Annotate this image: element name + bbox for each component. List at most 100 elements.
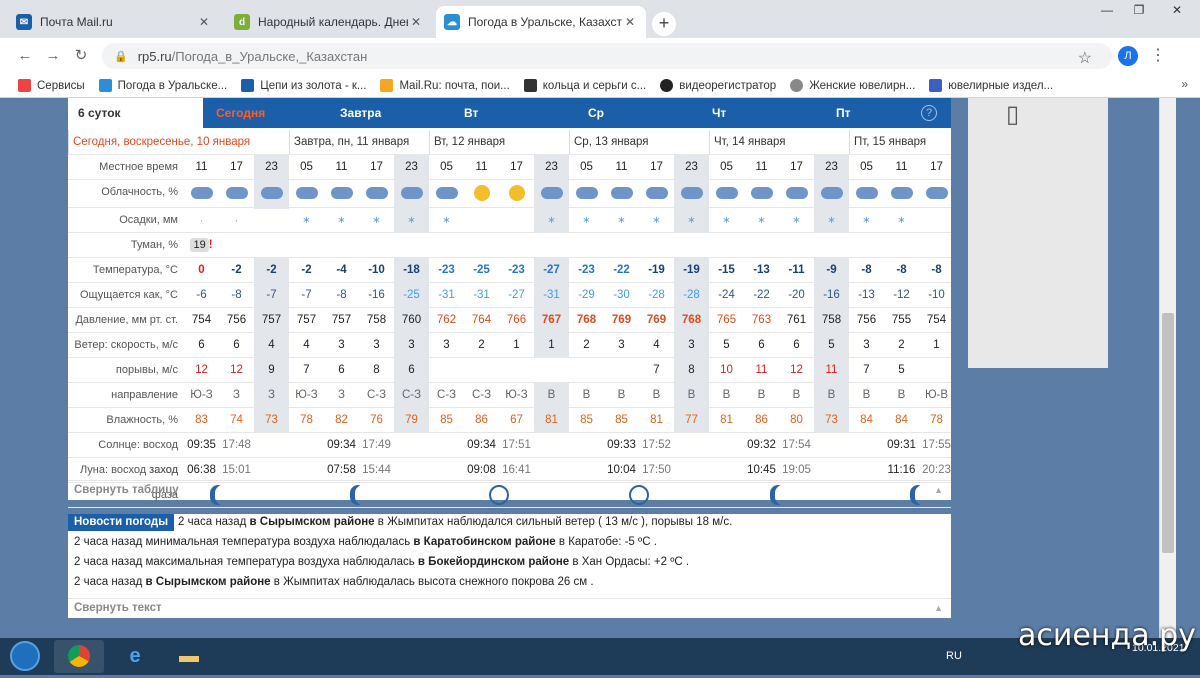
tab-6-days[interactable]: 6 суток — [68, 98, 203, 128]
start-button[interactable] — [10, 641, 40, 671]
bookmark-item[interactable]: Погода в Уральске... — [98, 79, 227, 92]
bookmark-item[interactable]: кольца и серьги с... — [523, 79, 646, 92]
url-field[interactable]: 🔒 rp5.ru /Погода_в_Уральске,_Казахстан ☆ — [102, 43, 1112, 69]
collapse-news-link[interactable]: Свернуть текст ▲ — [68, 598, 951, 616]
bookmark-star-icon[interactable]: ☆ — [1078, 48, 1092, 68]
reload-icon[interactable]: ↻ — [72, 47, 90, 65]
ie-icon[interactable]: e — [110, 640, 160, 673]
close-icon[interactable]: ✕ — [408, 15, 424, 29]
bookmark-item[interactable]: Mail.Ru: почта, пои... — [380, 79, 510, 92]
collapse-table-link[interactable]: Свернуть таблицу ▲ — [68, 480, 951, 498]
humidity-cell: 86 — [755, 414, 768, 426]
pressure-cell: 760 — [394, 308, 429, 333]
wind-speed-cell: 5 — [814, 333, 849, 358]
news-text: 2 часа назад максимальная температура во… — [74, 556, 415, 568]
close-window-button[interactable]: ✕ — [1160, 0, 1194, 20]
feels-like-cell: -24 — [718, 289, 735, 301]
feels-like-cell: -8 — [336, 289, 347, 301]
pressure-cell: 758 — [814, 308, 849, 333]
news-region: в Бокейординском районе — [417, 556, 570, 568]
bookmark-item[interactable]: Цепи из золота - к... — [241, 79, 366, 92]
tab-title: Погода в Уральске, Казахстан - — [468, 15, 622, 29]
precip-cell: ∗ — [569, 208, 604, 233]
chrome-icon[interactable] — [54, 640, 104, 673]
tab-fri[interactable]: Пт — [826, 98, 926, 128]
url-path: /Погода_в_Уральске,_Казахстан — [171, 48, 368, 64]
pressure-cell: 768 — [674, 308, 709, 333]
back-icon[interactable]: ← — [16, 47, 34, 65]
precip-cell: ∗ — [884, 208, 919, 233]
menu-icon[interactable]: ⋮ — [1150, 45, 1166, 65]
sunset-cell: 17:48 — [222, 439, 251, 451]
bookmark-label: ювелирные издел... — [948, 79, 1054, 92]
row-sun: Солнце: восход заход 09:35 17:48 09:34 17:49… — [68, 433, 951, 476]
bookmark-item[interactable]: ювелирные издел... — [929, 79, 1053, 92]
news-text: в Жымпитах наблюдалась высота снежного п… — [273, 576, 594, 588]
tab-mail[interactable]: ✉ Почта Mail.ru ✕ — [8, 6, 220, 38]
pressure-cell: 766 — [506, 314, 527, 326]
direction-cell: З — [233, 389, 240, 401]
precip-cell: ∗ — [394, 208, 429, 233]
bookmarks-more-icon[interactable]: » — [1181, 77, 1188, 91]
scroll-thumb[interactable] — [1162, 313, 1174, 553]
bookmark-label: Женские ювелирн... — [809, 79, 916, 92]
cloud-icon — [820, 187, 843, 199]
language-indicator[interactable]: RU — [946, 650, 962, 662]
tab-weather[interactable]: ☁ Погода в Уральске, Казахстан - ✕ — [436, 6, 646, 38]
direction-cell: В — [897, 389, 906, 401]
feels-like-cell: -7 — [301, 289, 312, 301]
wind-speed-cell: 2 — [583, 339, 590, 351]
fog-alert-icon: ! — [208, 239, 213, 251]
image-icon — [523, 79, 537, 92]
tab-wed[interactable]: Ср — [578, 98, 698, 128]
tab-today[interactable]: Сегодня — [206, 98, 326, 128]
feels-like-cell: -31 — [534, 283, 569, 308]
tab-tue[interactable]: Вт — [454, 98, 574, 128]
tab-tomorrow[interactable]: Завтра — [330, 98, 450, 128]
bookmark-services[interactable]: Сервисы — [18, 79, 85, 92]
pressure-cell: 757 — [254, 308, 289, 333]
forward-icon[interactable]: → — [44, 47, 62, 65]
day-header: Чт, 14 января — [709, 130, 849, 154]
tab-calendar[interactable]: d Народный календарь. Дневник ✕ — [226, 6, 432, 38]
bookmark-item[interactable]: Женские ювелирн... — [790, 79, 915, 92]
temperature-cell: -27 — [534, 258, 569, 283]
cloud-icon — [750, 187, 773, 199]
close-icon[interactable]: ✕ — [622, 15, 638, 29]
folder-icon[interactable]: ▬ — [164, 640, 214, 673]
help-icon[interactable]: ? — [921, 105, 937, 121]
row-fog: Туман, % 19! — [68, 233, 951, 258]
snow-icon: ∗ — [862, 215, 871, 226]
minimize-button[interactable]: — — [1092, 0, 1122, 20]
forecast-table: 6 суток Сегодня Завтра Вт Ср Чт Пт ? Сег… — [68, 98, 954, 508]
direction-cell: В — [534, 383, 569, 408]
direction-cell: З — [254, 383, 289, 408]
wind-speed-cell: 3 — [674, 333, 709, 358]
maximize-button[interactable]: ❐ — [1124, 0, 1154, 20]
cloud-cell — [884, 180, 919, 209]
direction-cell: С-З — [366, 389, 387, 401]
close-icon[interactable]: ✕ — [196, 15, 212, 29]
cloud-cell — [289, 180, 324, 209]
gusts-cell: 12 — [790, 364, 803, 376]
gusts-cell: 7 — [863, 364, 870, 376]
bookmark-item[interactable]: видеорегистратор — [660, 79, 776, 92]
cloud-icon — [330, 187, 353, 199]
cloud-icon — [365, 187, 388, 199]
precip-cell: ⸳ — [219, 208, 254, 233]
gusts-cell: 8 — [674, 358, 709, 383]
cloud-icon — [715, 187, 738, 199]
new-tab-button[interactable]: + — [652, 12, 676, 36]
profile-avatar[interactable]: Л — [1118, 46, 1138, 66]
day-header: Вт, 12 января — [429, 130, 569, 154]
sun-icon — [508, 185, 525, 201]
cloud-cell — [919, 180, 954, 209]
precip-cell: ∗ — [324, 208, 359, 233]
time-cell: 23 — [534, 155, 569, 180]
cloud-cell — [499, 180, 534, 211]
page-scrollbar[interactable] — [1159, 98, 1176, 638]
cloud-icon — [925, 187, 948, 199]
apps-icon — [18, 79, 31, 92]
cloud-cell — [359, 180, 394, 209]
tab-thu[interactable]: Чт — [702, 98, 822, 128]
